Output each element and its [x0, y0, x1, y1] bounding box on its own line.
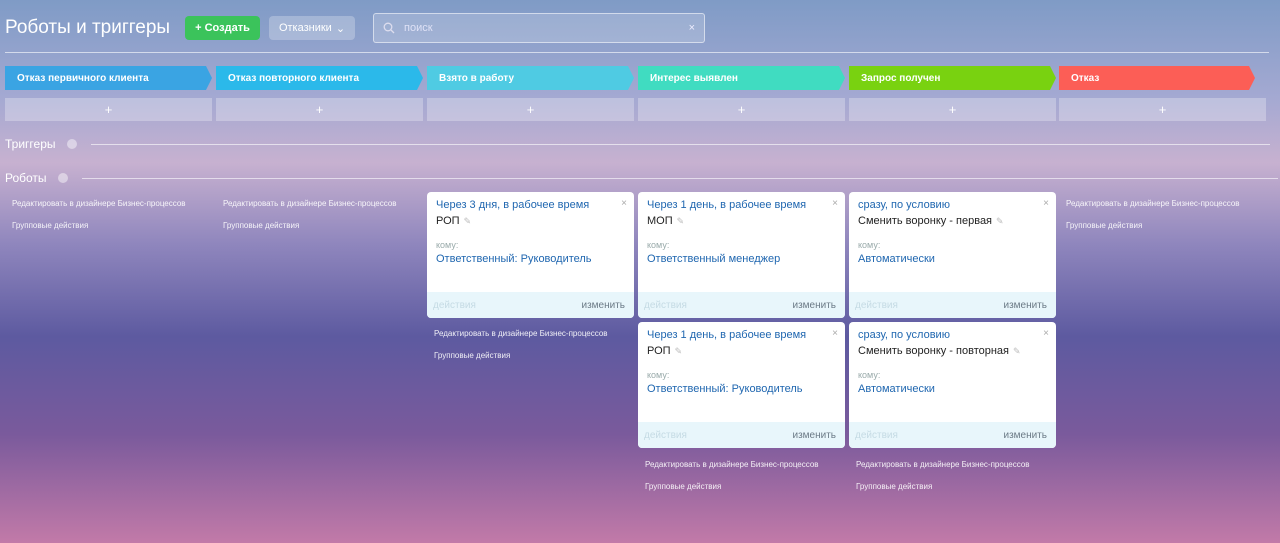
- stage-1[interactable]: Отказ повторного клиента: [216, 66, 423, 90]
- recipient-label: кому:: [858, 240, 881, 250]
- clear-icon[interactable]: ×: [689, 22, 695, 34]
- card-footer: действия изменить: [638, 422, 845, 448]
- chevron-down-icon: ⌄: [335, 22, 346, 35]
- card-footer: действия изменить: [849, 292, 1056, 318]
- card-footer: действия изменить: [638, 292, 845, 318]
- page-title: Роботы и триггеры: [5, 17, 171, 38]
- search-input[interactable]: поиск: [404, 22, 689, 34]
- edit-designer-link[interactable]: Редактировать в дизайнере Бизнес-процесс…: [856, 460, 1030, 469]
- edit-designer-link[interactable]: Редактировать в дизайнере Бизнес-процесс…: [223, 199, 397, 208]
- header: Роботы и триггеры + Создать Отказники ⌄ п…: [5, 13, 705, 43]
- close-icon[interactable]: ×: [621, 198, 627, 209]
- header-divider: [5, 52, 1269, 53]
- robot-condition[interactable]: Через 1 день, в рабочее время: [647, 329, 806, 341]
- actions-label: действия: [855, 299, 898, 311]
- stage-0[interactable]: Отказ первичного клиента: [5, 66, 212, 90]
- help-icon[interactable]: [66, 139, 77, 149]
- plus-icon: +: [195, 22, 205, 34]
- recipient-value[interactable]: Автоматически: [858, 383, 935, 395]
- stage-3[interactable]: Интерес выявлен: [638, 66, 845, 90]
- robot-card[interactable]: Через 1 день, в рабочее время × МОП ✎ кому…: [638, 192, 845, 318]
- close-icon[interactable]: ×: [832, 198, 838, 209]
- pencil-icon[interactable]: ✎: [677, 216, 685, 226]
- actions-label: действия: [433, 299, 476, 311]
- pencil-icon[interactable]: ✎: [996, 216, 1004, 226]
- pencil-icon[interactable]: ✎: [464, 216, 472, 226]
- add-trigger-button[interactable]: +: [1059, 98, 1266, 121]
- robot-name: Сменить воронку - первая ✎: [858, 215, 1004, 227]
- change-button[interactable]: изменить: [792, 300, 836, 311]
- column-links: Редактировать в дизайнере Бизнес-процесс…: [434, 329, 608, 373]
- change-button[interactable]: изменить: [1003, 430, 1047, 441]
- funnel-select[interactable]: Отказники ⌄: [269, 16, 355, 40]
- actions-label: действия: [644, 299, 687, 311]
- stage-2[interactable]: Взято в работу: [427, 66, 634, 90]
- group-actions-link[interactable]: Групповые действия: [223, 221, 397, 230]
- edit-designer-link[interactable]: Редактировать в дизайнере Бизнес-процесс…: [1066, 199, 1240, 208]
- column-links: Редактировать в дизайнере Бизнес-процесс…: [856, 460, 1030, 504]
- robot-name: РОП ✎: [436, 215, 472, 227]
- pencil-icon[interactable]: ✎: [675, 346, 683, 356]
- close-icon[interactable]: ×: [832, 328, 838, 339]
- change-button[interactable]: изменить: [581, 300, 625, 311]
- change-button[interactable]: изменить: [792, 430, 836, 441]
- add-trigger-button[interactable]: +: [5, 98, 212, 121]
- recipient-label: кому:: [647, 240, 670, 250]
- stage-5[interactable]: Отказ: [1059, 66, 1255, 90]
- section-divider: [90, 143, 1270, 145]
- robot-condition[interactable]: Через 1 день, в рабочее время: [647, 199, 806, 211]
- create-button[interactable]: + Создать: [185, 16, 260, 40]
- column-links: Редактировать в дизайнере Бизнес-процесс…: [223, 199, 397, 243]
- robot-name: МОП ✎: [647, 215, 685, 227]
- card-footer: действия изменить: [427, 292, 634, 318]
- robot-card[interactable]: Через 1 день, в рабочее время × РОП ✎ кому…: [638, 322, 845, 448]
- recipient-value[interactable]: Ответственный: Руководитель: [436, 253, 592, 265]
- recipient-label: кому:: [436, 240, 459, 250]
- robot-name: РОП ✎: [647, 345, 683, 357]
- edit-designer-link[interactable]: Редактировать в дизайнере Бизнес-процесс…: [434, 329, 608, 338]
- change-button[interactable]: изменить: [1003, 300, 1047, 311]
- robot-condition[interactable]: сразу, по условию: [858, 199, 950, 211]
- pencil-icon[interactable]: ✎: [1013, 346, 1021, 356]
- column-links: Редактировать в дизайнере Бизнес-процесс…: [1066, 199, 1240, 243]
- recipient-value[interactable]: Автоматически: [858, 253, 935, 265]
- edit-designer-link[interactable]: Редактировать в дизайнере Бизнес-процесс…: [645, 460, 819, 469]
- group-actions-link[interactable]: Групповые действия: [645, 482, 819, 491]
- recipient-label: кому:: [647, 370, 670, 380]
- robot-condition[interactable]: Через 3 дня, в рабочее время: [436, 199, 589, 211]
- robot-condition[interactable]: сразу, по условию: [858, 329, 950, 341]
- search-icon: [383, 22, 395, 34]
- section-divider: [81, 177, 1278, 179]
- column-links: Редактировать в дизайнере Бизнес-процесс…: [645, 460, 819, 504]
- group-actions-link[interactable]: Групповые действия: [1066, 221, 1240, 230]
- robot-card[interactable]: Через 3 дня, в рабочее время × РОП ✎ кому:…: [427, 192, 634, 318]
- stage-4[interactable]: Запрос получен: [849, 66, 1056, 90]
- group-actions-link[interactable]: Групповые действия: [12, 221, 186, 230]
- recipient-value[interactable]: Ответственный менеджер: [647, 253, 780, 265]
- column-links: Редактировать в дизайнере Бизнес-процесс…: [12, 199, 186, 243]
- robot-card[interactable]: сразу, по условию × Сменить воронку - пер…: [849, 192, 1056, 318]
- group-actions-link[interactable]: Групповые действия: [856, 482, 1030, 491]
- close-icon[interactable]: ×: [1043, 328, 1049, 339]
- recipient-value[interactable]: Ответственный: Руководитель: [647, 383, 803, 395]
- robots-section: Роботы: [5, 171, 1278, 185]
- close-icon[interactable]: ×: [1043, 198, 1049, 209]
- triggers-section: Триггеры: [5, 137, 1270, 151]
- add-trigger-button[interactable]: +: [427, 98, 634, 121]
- card-footer: действия изменить: [849, 422, 1056, 448]
- actions-label: действия: [855, 429, 898, 441]
- add-trigger-button[interactable]: +: [849, 98, 1056, 121]
- help-icon[interactable]: [57, 173, 68, 183]
- edit-designer-link[interactable]: Редактировать в дизайнере Бизнес-процесс…: [12, 199, 186, 208]
- add-trigger-button[interactable]: +: [216, 98, 423, 121]
- group-actions-link[interactable]: Групповые действия: [434, 351, 608, 360]
- search-field[interactable]: поиск ×: [373, 13, 705, 43]
- recipient-label: кому:: [858, 370, 881, 380]
- actions-label: действия: [644, 429, 687, 441]
- robot-card[interactable]: сразу, по условию × Сменить воронку - пов…: [849, 322, 1056, 448]
- robot-name: Сменить воронку - повторная ✎: [858, 345, 1021, 357]
- add-trigger-button[interactable]: +: [638, 98, 845, 121]
